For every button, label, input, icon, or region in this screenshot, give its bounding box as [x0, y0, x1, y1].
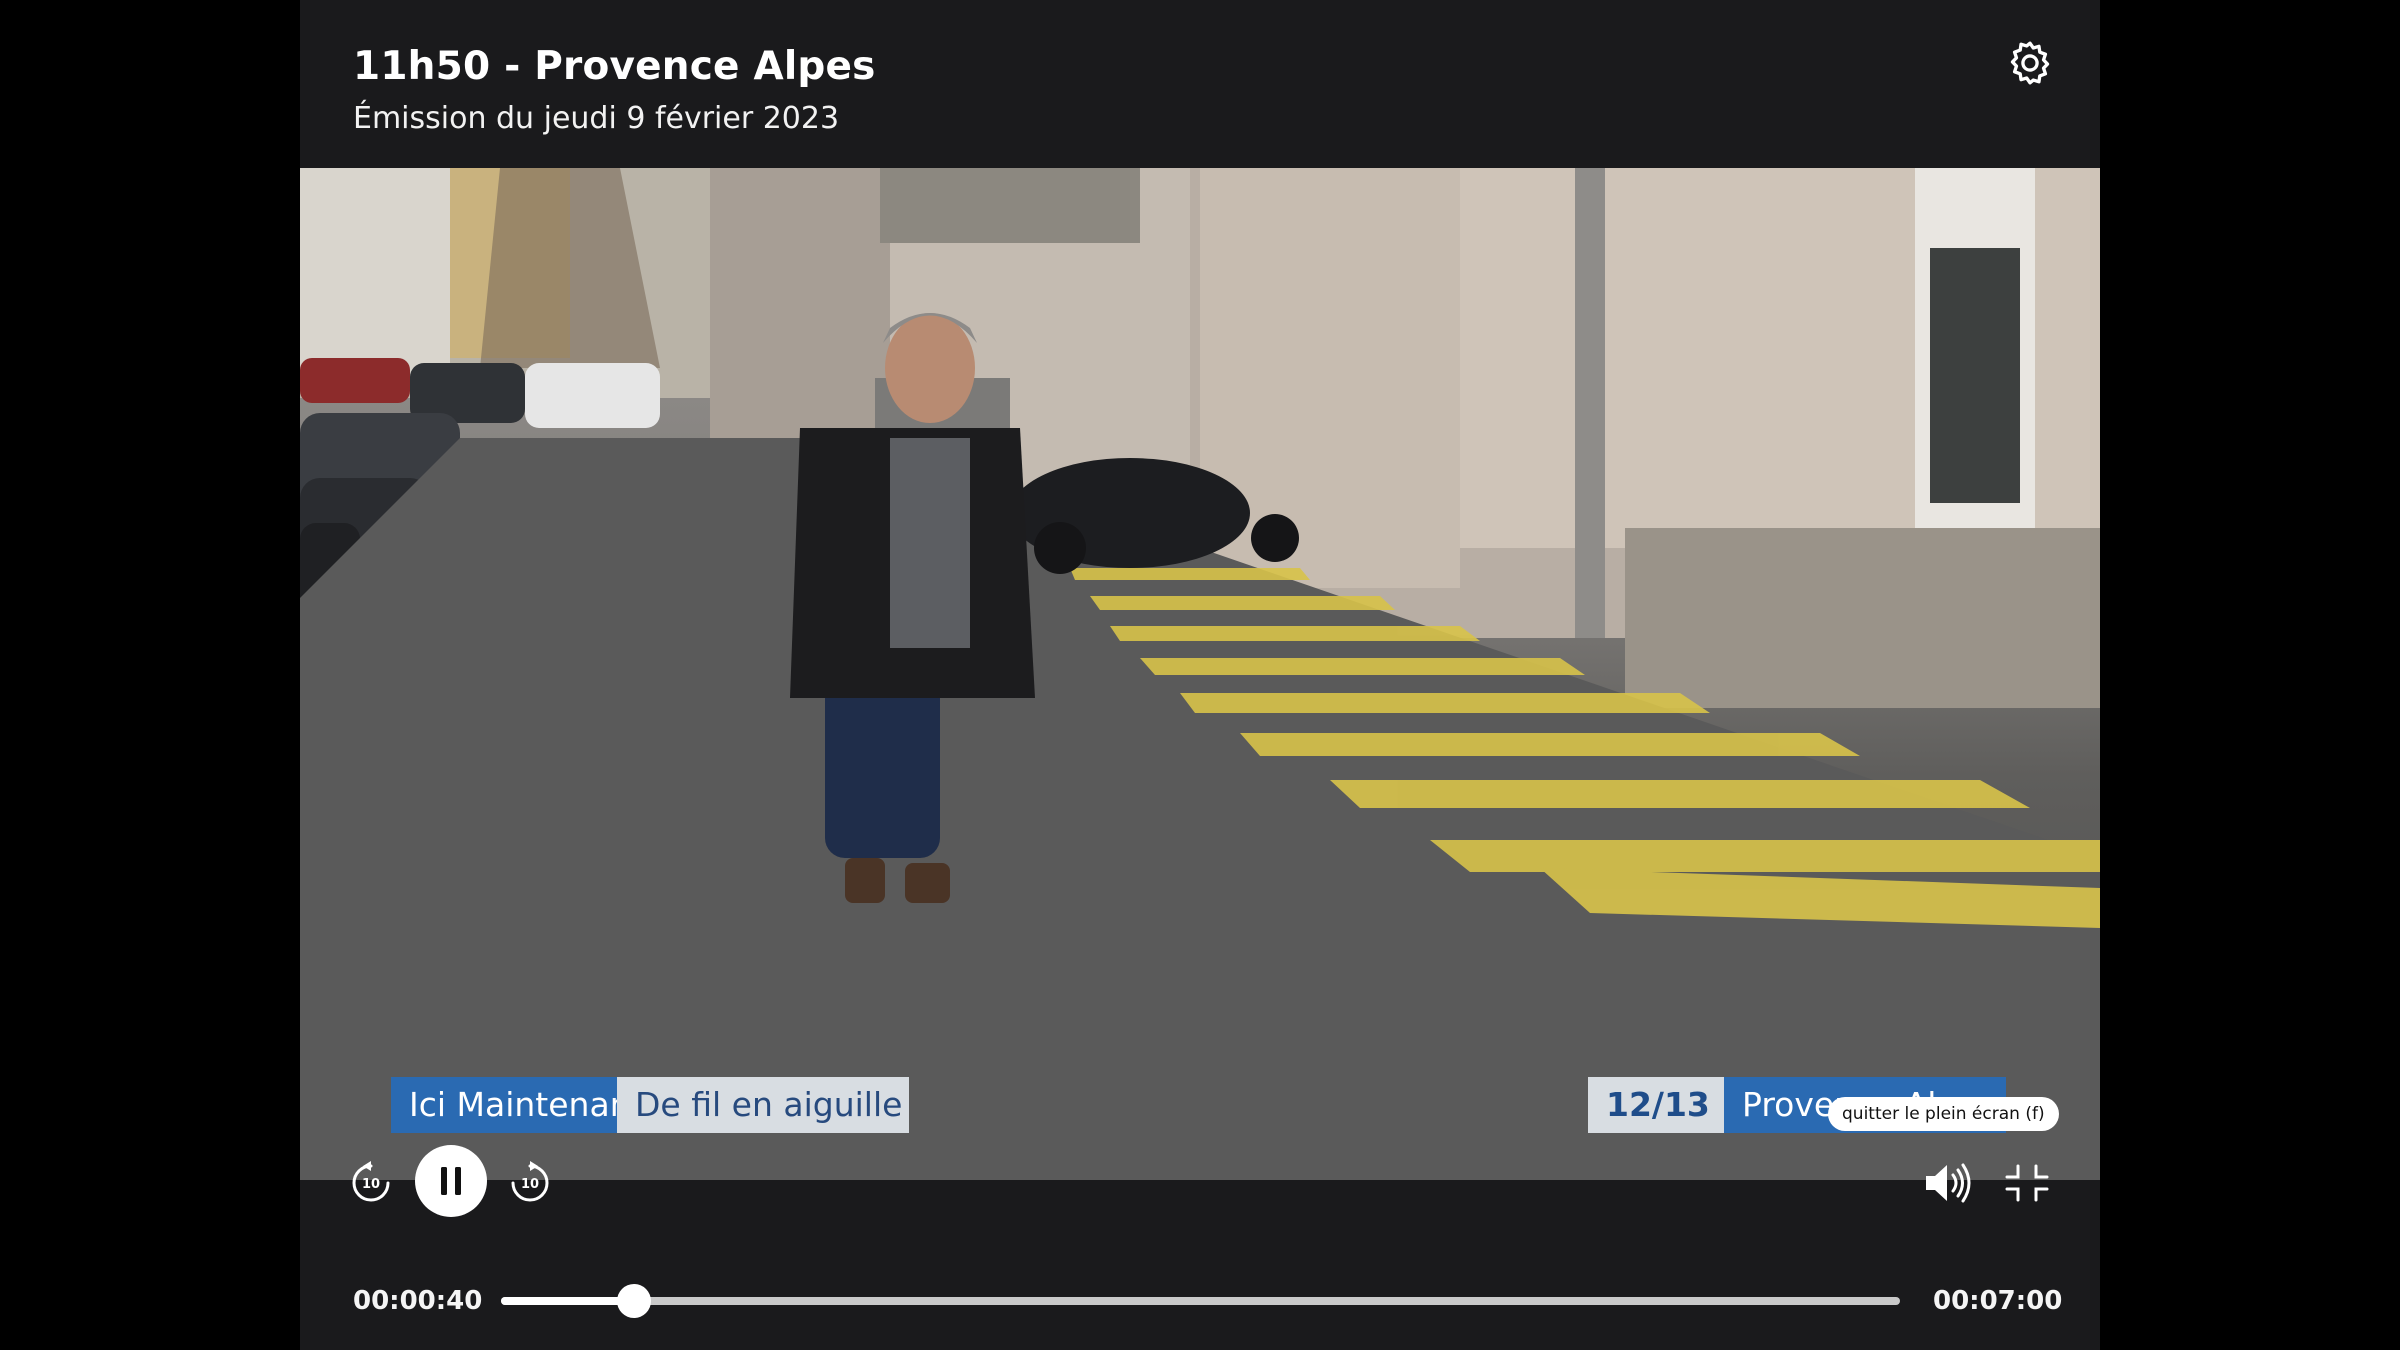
progress-fill [501, 1297, 634, 1305]
volume-button[interactable] [1923, 1160, 1975, 1206]
exit-fullscreen-button[interactable] [2003, 1163, 2051, 1203]
banner-edition: 12/13 [1588, 1077, 1724, 1133]
current-time: 00:00:40 [353, 1286, 483, 1316]
exit-fullscreen-tooltip: quitter le plein écran (f) [1828, 1097, 2059, 1131]
broadcast-date: Émission du jeudi 9 février 2023 [353, 101, 840, 136]
rewind-label: 10 [362, 1177, 380, 1192]
progress-bar[interactable] [501, 1284, 1900, 1318]
forward-10-button[interactable]: 10 [507, 1160, 553, 1206]
video-frame[interactable]: Ici Maintenant De fil en aiguille 12/13 … [300, 168, 2100, 1180]
settings-button[interactable] [2005, 38, 2055, 88]
rewind-10-icon: 10 [352, 1161, 390, 1202]
gear-icon [2010, 41, 2050, 85]
forward-label: 10 [521, 1177, 539, 1192]
rewind-10-button[interactable]: 10 [348, 1160, 394, 1206]
forward-10-icon: 10 [511, 1161, 549, 1202]
pause-icon [441, 1167, 461, 1195]
total-duration: 00:07:00 [1933, 1286, 2063, 1316]
video-player: 11h50 - Provence Alpes Émission du jeudi… [300, 0, 2100, 1350]
exit-fullscreen-icon [2005, 1164, 2049, 1202]
pause-button[interactable] [415, 1145, 487, 1217]
banner-segment: De fil en aiguille [617, 1077, 909, 1133]
progress-thumb[interactable] [616, 1284, 651, 1318]
volume-icon [1926, 1163, 1971, 1203]
video-scene [300, 168, 2100, 1180]
banner-program: Ici Maintenant [391, 1077, 644, 1133]
program-title: 11h50 - Provence Alpes [353, 44, 876, 89]
